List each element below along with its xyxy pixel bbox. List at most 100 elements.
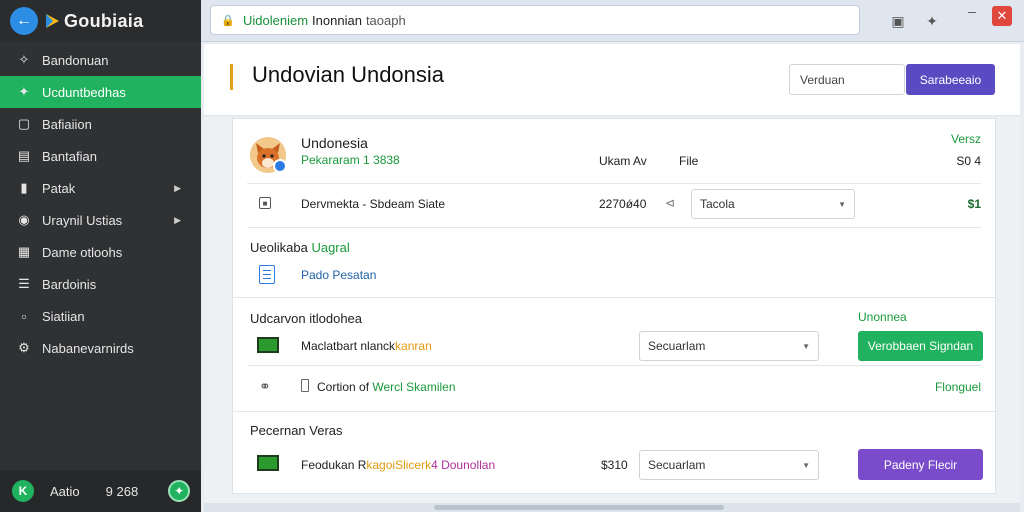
page-title: Undovian Undonsia [252, 62, 445, 87]
url-segment-gray: taoaph [365, 12, 406, 28]
thumbnail-image [257, 455, 279, 471]
chevron-down-icon: ▼ [802, 461, 810, 470]
sidebar-item-label: Ucduntbedhas [42, 84, 126, 100]
document-icon: ▤ [17, 148, 31, 163]
address-bar[interactable]: 🔒 Uidoleniem Inonnian taoaph [210, 5, 860, 35]
sidebar-item-siatiian[interactable]: ▫ Siatiian [0, 300, 201, 332]
sidebar-item-ucduntbedhas[interactable]: ✦ Ucduntbedhas [0, 76, 201, 108]
item-title-main: Feodukan R [301, 458, 367, 472]
profile-column-b: File [679, 154, 699, 168]
divider [247, 183, 981, 184]
chat-icon: ▢ [17, 116, 31, 131]
attachment-icon[interactable]: ⚭ [259, 378, 271, 395]
section-heading: Ueolikaba Uagral [250, 240, 350, 255]
list-icon: ☰ [18, 276, 30, 291]
section-status: Unonnea [858, 310, 907, 324]
checkbox-icon[interactable]: ■ [259, 197, 271, 209]
divider [247, 365, 981, 366]
sidebar-item-label: Bafiaiion [42, 116, 92, 132]
item-title-tag: kagoiSlicerk [366, 458, 432, 472]
scrollbar-thumb[interactable] [434, 505, 724, 510]
item-select-value: Secuarlam [648, 339, 706, 353]
primary-action-button[interactable]: Sarabeeaio [906, 64, 995, 95]
footer-label: Aatio [50, 483, 80, 499]
item-title-tag: kanran [395, 339, 432, 353]
link-row-link[interactable]: Wercl Skamilen [372, 380, 455, 394]
file-icon [301, 379, 309, 392]
chart-icon: ▦ [17, 244, 31, 259]
search-input[interactable] [800, 72, 904, 87]
item-select[interactable]: Secuarlam ▼ [639, 331, 819, 361]
sidebar-item-label: Bandonuan [42, 52, 109, 68]
gear-icon: ⚙ [18, 340, 30, 355]
chevron-right-icon: ▶ [174, 214, 181, 225]
section-heading: Pecernan Veras [250, 423, 343, 438]
pending-button[interactable]: Padeny Flecir [858, 449, 983, 480]
sidebar-item-bardoinis[interactable]: ☰ Bardoinis [0, 268, 201, 300]
chevron-down-icon: ▼ [838, 200, 846, 209]
sidebar-item-bandonuan[interactable]: ✧ Bandonuan [0, 44, 201, 76]
sidebar-item-nabanevarnirds[interactable]: ⚙ Nabanevarnirds [0, 332, 201, 364]
arrow-left-icon: ⊲ [665, 196, 676, 210]
sidebar-nav: ✧ Bandonuan ✦ Ucduntbedhas ▢ Bafiaiion ▤… [0, 42, 201, 364]
sidebar-footer: K Aatio 9 268 ✦ [0, 470, 201, 512]
section-heading-text: Ueolikaba [250, 240, 308, 255]
browser-toolbar: 🔒 Uidoleniem Inonnian taoaph ▣ ✦ – ✕ [201, 0, 1024, 42]
bookmark-icon: ▮ [20, 180, 28, 195]
tabs-icon[interactable]: ▣ [889, 12, 907, 30]
page-header: Undovian Undonsia Sarabeeaio [204, 44, 1020, 116]
sidebar-item-label: Nabanevarnirds [42, 340, 134, 356]
sidebar-item-bafiaiion[interactable]: ▢ Bafiaiion [0, 108, 201, 140]
minimize-icon[interactable]: – [963, 2, 981, 20]
sidebar-item-label: Bardoinis [42, 276, 97, 292]
item-title: Maclatbart nlanckkanran [301, 339, 432, 353]
type-select[interactable]: Tacola ▼ [691, 189, 855, 219]
url-segment-dark: Inonnian [312, 12, 362, 28]
app-title: Goubiaia [64, 10, 144, 31]
profile-subtitle: Pekararam 1 3838 [301, 153, 400, 167]
document-link[interactable]: Pado Pesatan [301, 268, 376, 282]
link-row-status: Flonguel [934, 380, 981, 394]
sidebar-item-label: Bantafian [42, 148, 97, 164]
sidebar: ← Goubiaia ✧ Bandonuan ✦ Ucduntbedhas ▢ … [0, 0, 201, 512]
puzzle-action-icon[interactable]: ✦ [168, 480, 191, 502]
back-arrow-icon[interactable]: ← [10, 7, 38, 35]
section-heading-tag: Uagral [311, 240, 350, 255]
sidebar-item-dame-otloohs[interactable]: ▦ Dame otloohs [0, 236, 201, 268]
item-title-note: 4 Dounollan [431, 458, 496, 472]
thumbnail-image [257, 337, 279, 353]
detail-value: 2270ǿ40 [599, 197, 647, 211]
profile-value: S0 4 [956, 154, 981, 168]
close-icon[interactable]: ✕ [992, 6, 1012, 26]
horizontal-scrollbar[interactable] [204, 503, 1020, 512]
file-icon: ▫ [21, 308, 27, 324]
play-logo-icon [46, 14, 59, 28]
search-field[interactable] [789, 64, 905, 95]
item-select-value: Secuarlam [648, 458, 706, 472]
profile-name: Undonesia [301, 135, 368, 151]
sidebar-item-bantafian[interactable]: ▤ Bantafian [0, 140, 201, 172]
user-badge[interactable]: K [12, 480, 34, 502]
shield-icon: ◉ [18, 212, 30, 227]
item-title: Feodukan RkagoiSlicerk4 Dounollan [301, 458, 495, 472]
chevron-down-icon: ▼ [802, 342, 810, 351]
settings-icon: ✧ [18, 52, 30, 67]
sidebar-item-patak[interactable]: ▮ Patak ▶ [0, 172, 201, 204]
lock-icon: 🔒 [221, 15, 235, 27]
url-segment-green: Uidoleniem [243, 12, 309, 28]
puzzle-icon: ✦ [18, 84, 30, 99]
item-select[interactable]: Secuarlam ▼ [639, 450, 819, 480]
footer-count: 9 268 [105, 483, 139, 499]
type-select-value: Tacola [700, 197, 735, 211]
confirm-button[interactable]: Verobbaen Signdan [858, 331, 983, 361]
verified-badge-icon [273, 159, 287, 173]
sidebar-item-label: Dame otloohs [42, 244, 123, 260]
sidebar-item-uraynil-ustias[interactable]: ◉ Uraynil Ustias ▶ [0, 204, 201, 236]
item-amount: $310 [601, 458, 628, 472]
detail-amount: $1 [967, 197, 981, 211]
extension-icon[interactable]: ✦ [923, 12, 941, 30]
content-card: Undonesia Pekararam 1 3838 Ukam Av File … [232, 118, 996, 494]
sidebar-item-label: Uraynil Ustias [42, 212, 123, 228]
chevron-right-icon: ▶ [174, 182, 181, 193]
section-heading: Udcarvon itlodohea [250, 311, 363, 326]
